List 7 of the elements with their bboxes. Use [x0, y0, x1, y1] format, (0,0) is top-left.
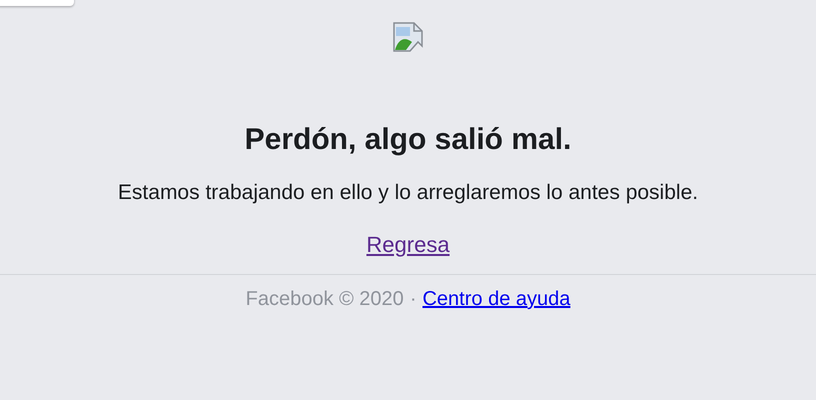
error-message: Estamos trabajando en ello y lo arreglaremos lo antes posible. — [118, 180, 698, 206]
separator-dot: · — [410, 287, 416, 311]
copyright-text: Facebook © 2020 — [246, 287, 404, 311]
error-title: Perdón, algo salió mal. — [244, 122, 572, 158]
help-center-link[interactable]: Centro de ayuda — [422, 287, 570, 311]
broken-image-icon — [392, 22, 424, 52]
back-link[interactable]: Regresa — [366, 232, 450, 258]
